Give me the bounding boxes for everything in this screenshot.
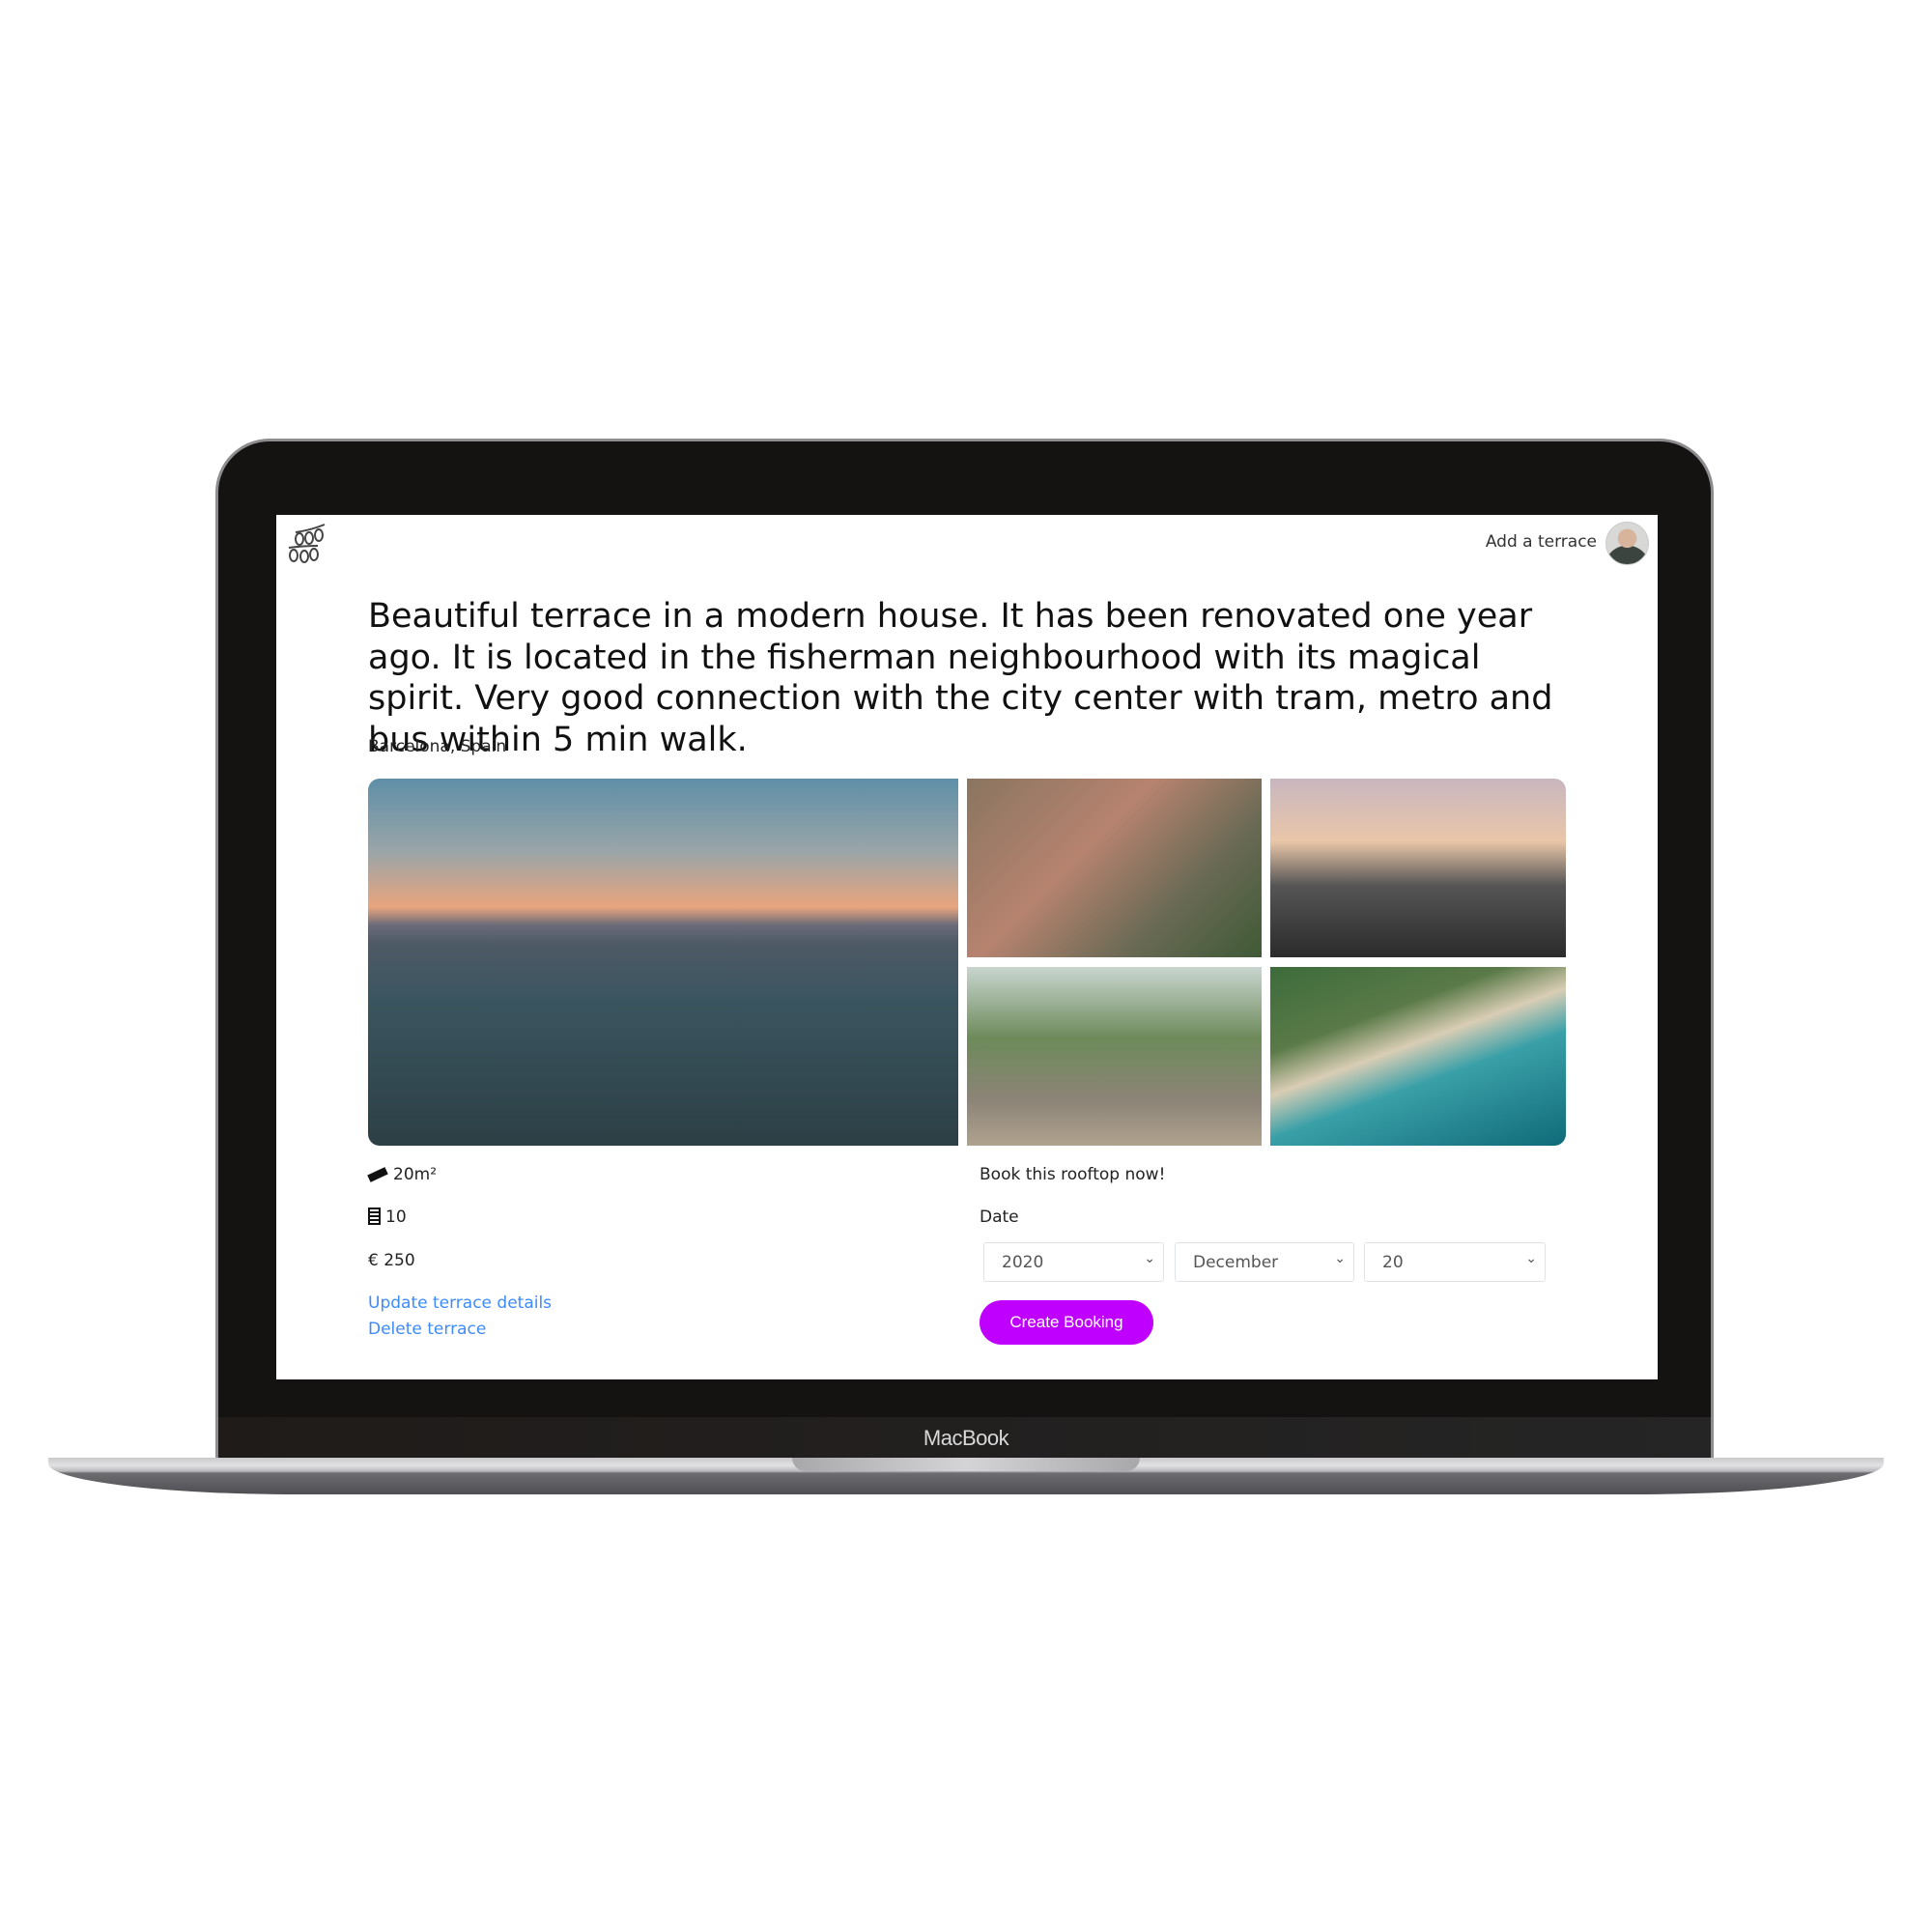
delete-terrace-link[interactable]: Delete terrace xyxy=(368,1320,486,1339)
laptop-notch xyxy=(792,1458,1140,1471)
date-label: Date xyxy=(980,1208,1019,1227)
string-lights-icon[interactable] xyxy=(286,523,330,567)
listing-location: Barcelona, Spain xyxy=(368,737,507,756)
create-booking-button[interactable]: Create Booking xyxy=(980,1300,1153,1345)
photo-harbour-sunset[interactable] xyxy=(368,779,958,1146)
macbook-label: MacBook xyxy=(923,1426,1009,1450)
app-screen: Add a terrace Beautiful terrace in a mod… xyxy=(276,515,1658,1379)
year-value: 2020 xyxy=(1002,1253,1044,1272)
chevron-down-icon: ⌄ xyxy=(1525,1251,1537,1266)
floor-row: 10 xyxy=(368,1208,407,1227)
month-value: December xyxy=(1193,1253,1279,1272)
year-select[interactable]: 2020 ⌄ xyxy=(983,1242,1164,1282)
ruler-icon xyxy=(367,1167,388,1182)
building-icon xyxy=(368,1208,381,1225)
add-terrace-link[interactable]: Add a terrace xyxy=(1486,532,1597,552)
photo-garden-terrace[interactable] xyxy=(967,967,1262,1146)
size-row: 20m² xyxy=(367,1165,438,1184)
month-select[interactable]: December ⌄ xyxy=(1175,1242,1354,1282)
size-value: 20m² xyxy=(393,1165,438,1184)
floor-value: 10 xyxy=(385,1208,407,1227)
photo-beach-aerial[interactable] xyxy=(1270,967,1566,1146)
photo-terrace-sunset[interactable] xyxy=(1270,779,1566,957)
chevron-down-icon: ⌄ xyxy=(1144,1251,1155,1266)
update-terrace-link[interactable]: Update terrace details xyxy=(368,1293,552,1313)
user-avatar[interactable] xyxy=(1605,522,1649,565)
photo-city-rooftops[interactable] xyxy=(967,779,1262,957)
day-value: 20 xyxy=(1382,1253,1404,1272)
price: € 250 xyxy=(368,1251,415,1270)
booking-heading: Book this rooftop now! xyxy=(980,1165,1166,1184)
chevron-down-icon: ⌄ xyxy=(1334,1251,1346,1266)
listing-description: Beautiful terrace in a modern house. It … xyxy=(368,597,1553,759)
day-select[interactable]: 20 ⌄ xyxy=(1364,1242,1546,1282)
